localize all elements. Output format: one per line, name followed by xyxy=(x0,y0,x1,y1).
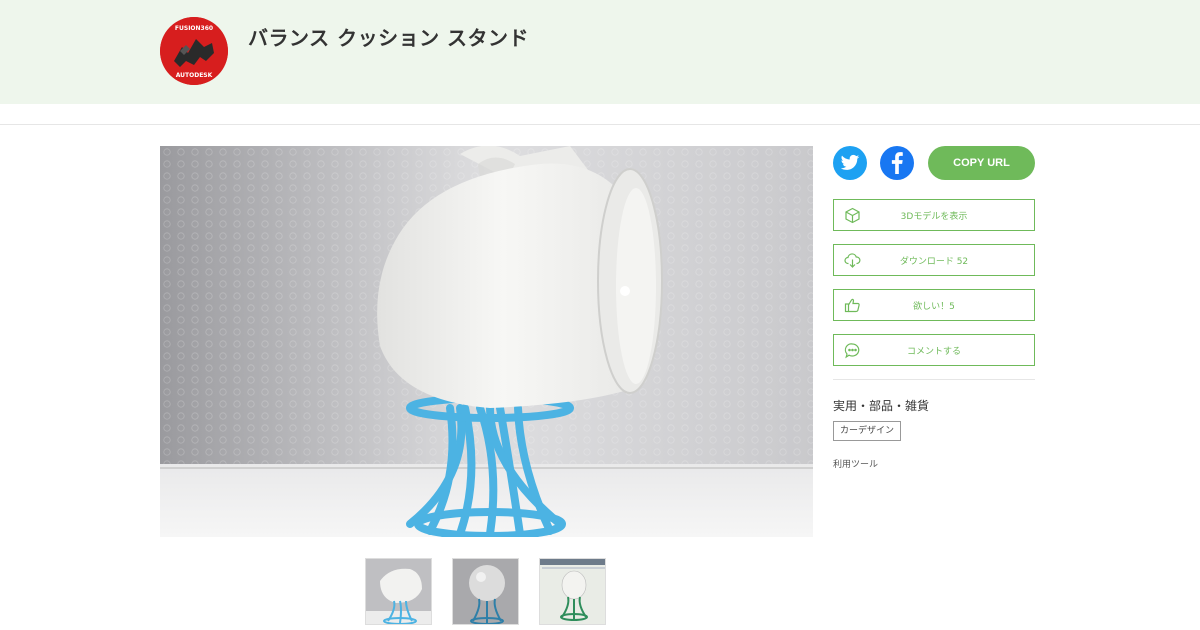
fusion360-logo: FUSION360 AUTODESK xyxy=(160,17,228,85)
twitter-icon xyxy=(840,154,860,170)
want-label: 欲しい！5 xyxy=(913,301,955,312)
category-label[interactable]: 実用・部品・雑貨 xyxy=(833,397,929,414)
header-divider xyxy=(0,124,1200,125)
facebook-icon xyxy=(891,152,903,174)
thumbnail-2[interactable] xyxy=(452,558,519,625)
cloud-download-icon xyxy=(844,252,861,269)
avatar-top-text: FUSION360 xyxy=(175,25,213,32)
comment-label: コメントする xyxy=(906,346,961,357)
download-label: ダウンロード 52 xyxy=(899,256,969,267)
page-header: FUSION360 AUTODESK バランス クッション スタンド xyxy=(0,0,1200,104)
comment-bubble-icon xyxy=(844,342,861,359)
copy-url-button[interactable]: COPY URL xyxy=(928,146,1035,180)
avatar[interactable]: FUSION360 AUTODESK xyxy=(160,17,228,85)
page-title: バランス クッション スタンド xyxy=(248,26,530,50)
thumbs-up-icon xyxy=(844,297,861,314)
view-3d-model-label: 3Dモデルを表示 xyxy=(900,211,968,222)
sidebar-divider xyxy=(833,379,1035,380)
avatar-bottom-text: AUTODESK xyxy=(176,72,213,79)
main-product-image[interactable] xyxy=(160,146,813,537)
thumbnail-3[interactable] xyxy=(539,558,606,625)
tag-car-design[interactable]: カーデザイン xyxy=(833,421,902,441)
thumbnail-1[interactable] xyxy=(365,558,432,625)
tools-used-label: 利用ツール xyxy=(833,460,879,470)
twitter-share-button[interactable] xyxy=(833,146,867,180)
facebook-share-button[interactable] xyxy=(880,146,914,180)
view-3d-model-button[interactable]: 3Dモデルを表示 xyxy=(833,199,1035,231)
download-button[interactable]: ダウンロード 52 xyxy=(833,244,1035,276)
comment-button[interactable]: コメントする xyxy=(833,334,1035,366)
cube-icon xyxy=(844,207,861,224)
want-button[interactable]: 欲しい！5 xyxy=(833,289,1035,321)
